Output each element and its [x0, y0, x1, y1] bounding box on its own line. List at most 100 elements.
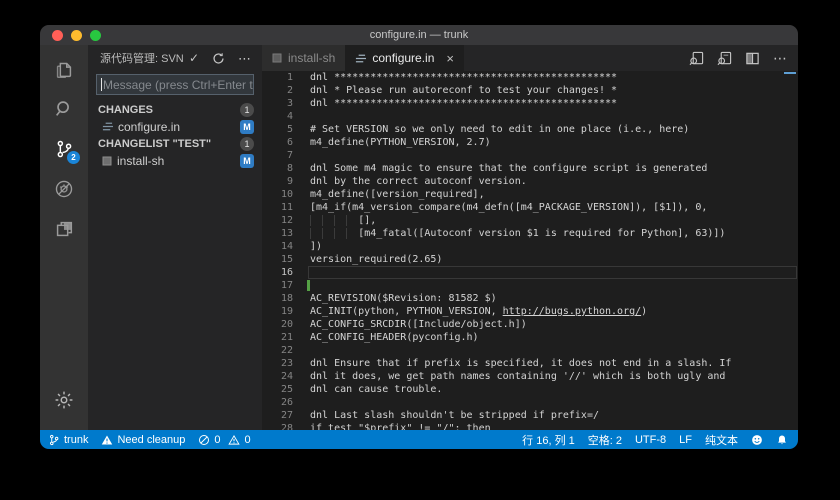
problems-indicator[interactable]: 0 0	[198, 434, 250, 446]
line-number: 20	[262, 318, 302, 331]
code-line[interactable]: 18AC_REVISION($Revision: 81582 $)	[262, 292, 798, 305]
notifications-button[interactable]	[776, 434, 788, 446]
debug-icon	[53, 178, 75, 200]
code-line[interactable]: 5# Set VERSION so we only need to edit i…	[262, 123, 798, 136]
more-editor-actions-button[interactable]: ⋯	[773, 50, 788, 67]
code-line[interactable]: 26	[262, 396, 798, 409]
line-number: 13	[262, 227, 302, 240]
code-line[interactable]: 8dnl Some m4 magic to ensure that the co…	[262, 162, 798, 175]
code-line[interactable]: 23dnl Ensure that if prefix is specified…	[262, 357, 798, 370]
tab-configure-in[interactable]: configure.in ×	[345, 45, 464, 71]
code-line[interactable]: 20AC_CONFIG_SRCDIR([Include/object.h])	[262, 318, 798, 331]
line-text	[302, 149, 798, 162]
section-changes[interactable]: CHANGES 1	[88, 101, 262, 118]
open-file-icon	[717, 51, 732, 66]
section-changelist-test[interactable]: CHANGELIST "TEST" 1	[88, 135, 262, 152]
smiley-icon	[751, 434, 763, 446]
code-editor[interactable]: 1dnl ***********************************…	[262, 71, 798, 430]
code-line[interactable]: 15version_required(2.65)	[262, 253, 798, 266]
line-number: 27	[262, 409, 302, 422]
line-text: dnl ************************************…	[302, 97, 798, 110]
line-text: version_required(2.65)	[302, 253, 798, 266]
feedback-button[interactable]	[751, 434, 763, 446]
eol-indicator[interactable]: LF	[679, 434, 692, 446]
settings-button[interactable]	[40, 380, 88, 420]
tab-bar: install-sh configure.in ×	[262, 45, 798, 71]
code-line[interactable]: 22	[262, 344, 798, 357]
activity-search[interactable]	[40, 89, 88, 129]
generic-file-icon	[272, 53, 282, 63]
window-title: configure.in — trunk	[40, 29, 798, 41]
code-line[interactable]: 24dnl it does, we get path names contain…	[262, 370, 798, 383]
file-row-configure-in[interactable]: configure.in M	[88, 118, 262, 135]
cleanup-warning-label: Need cleanup	[117, 434, 185, 446]
code-line[interactable]: 1dnl ***********************************…	[262, 71, 798, 84]
commit-button[interactable]: ✓	[189, 52, 199, 64]
file-row-install-sh[interactable]: install-sh M	[88, 152, 262, 169]
detected-link[interactable]: http://bugs.python.org/	[503, 306, 641, 317]
line-text: dnl can cause trouble.	[302, 383, 798, 396]
code-line[interactable]: 2dnl * Please run autoreconf to test you…	[262, 84, 798, 97]
editor-group: install-sh configure.in ×	[262, 45, 798, 430]
code-line[interactable]: 16	[262, 266, 798, 279]
line-text: # Set VERSION so we only need to edit in…	[302, 123, 798, 136]
code-line[interactable]: 25dnl can cause trouble.	[262, 383, 798, 396]
modified-badge: M	[240, 120, 254, 134]
tab-install-sh[interactable]: install-sh	[262, 45, 345, 71]
close-tab-icon[interactable]: ×	[446, 51, 454, 66]
title-bar[interactable]: configure.in — trunk	[40, 25, 798, 45]
line-number: 17	[262, 279, 302, 292]
line-number: 8	[262, 162, 302, 175]
close-window-button[interactable]	[52, 30, 63, 41]
refresh-button[interactable]	[212, 52, 225, 65]
activity-bar: 2	[40, 45, 88, 430]
language-mode[interactable]: 纯文本	[705, 432, 738, 448]
line-text	[302, 279, 798, 292]
minimize-window-button[interactable]	[71, 30, 82, 41]
indentation-indicator[interactable]: 空格: 2	[588, 432, 622, 448]
branch-name: trunk	[64, 434, 88, 446]
code-line[interactable]: 27dnl Last slash shouldn't be stripped i…	[262, 409, 798, 422]
code-line[interactable]: 19AC_INIT(python, PYTHON_VERSION, http:/…	[262, 305, 798, 318]
activity-extensions[interactable]	[40, 209, 88, 249]
config-file-icon	[355, 53, 366, 64]
scm-count-badge: 2	[67, 151, 80, 164]
cleanup-warning[interactable]: Need cleanup	[101, 434, 185, 446]
code-line[interactable]: 10m4_define([version_required],	[262, 188, 798, 201]
code-line[interactable]: 3dnl ***********************************…	[262, 97, 798, 110]
commit-message-input[interactable]: Message (press Ctrl+Enter to	[96, 74, 254, 95]
code-line[interactable]: 4	[262, 110, 798, 123]
code-line[interactable]: 14])	[262, 240, 798, 253]
branch-indicator[interactable]: trunk	[48, 434, 88, 446]
code-line[interactable]: 11[m4_if(m4_version_compare(m4_defn([m4_…	[262, 201, 798, 214]
zoom-window-button[interactable]	[90, 30, 101, 41]
more-actions-button[interactable]: ⋯	[238, 52, 252, 65]
code-line[interactable]: 7	[262, 149, 798, 162]
code-line[interactable]: 17	[262, 279, 798, 292]
activity-debug[interactable]	[40, 169, 88, 209]
line-text: dnl * Please run autoreconf to test your…	[302, 84, 798, 97]
generic-file-icon	[102, 156, 112, 166]
code-line[interactable]: 6m4_define(PYTHON_VERSION, 2.7)	[262, 136, 798, 149]
line-text: [m4_fatal([Autoconf version $1 is requir…	[302, 227, 798, 240]
code-line[interactable]: 9dnl by the correct autoconf version.	[262, 175, 798, 188]
sidebar-title: 源代码管理: SVN	[100, 50, 189, 66]
line-text: dnl Ensure that if prefix is specified, …	[302, 357, 798, 370]
vscode-window: configure.in — trunk 2	[40, 25, 798, 449]
code-line[interactable]: 21AC_CONFIG_HEADER(pyconfig.h)	[262, 331, 798, 344]
code-line[interactable]: 28if test "$prefix" != "/"; then	[262, 422, 798, 430]
code-line[interactable]: 13 [m4_fatal([Autoconf version $1 is req…	[262, 227, 798, 240]
split-editor-icon	[745, 51, 760, 66]
cursor-position[interactable]: 行 16, 列 1	[522, 432, 575, 448]
line-text: [m4_if(m4_version_compare(m4_defn([m4_PA…	[302, 201, 798, 214]
activity-source-control[interactable]: 2	[40, 129, 88, 169]
activity-explorer[interactable]	[40, 49, 88, 89]
encoding-indicator[interactable]: UTF-8	[635, 434, 666, 446]
gutter-added-marker	[307, 280, 310, 291]
open-file-button[interactable]	[717, 51, 732, 66]
split-editor-button[interactable]	[745, 51, 760, 66]
code-line[interactable]: 12 [],	[262, 214, 798, 227]
line-text	[302, 266, 798, 279]
open-changes-button[interactable]	[689, 51, 704, 66]
line-number: 24	[262, 370, 302, 383]
